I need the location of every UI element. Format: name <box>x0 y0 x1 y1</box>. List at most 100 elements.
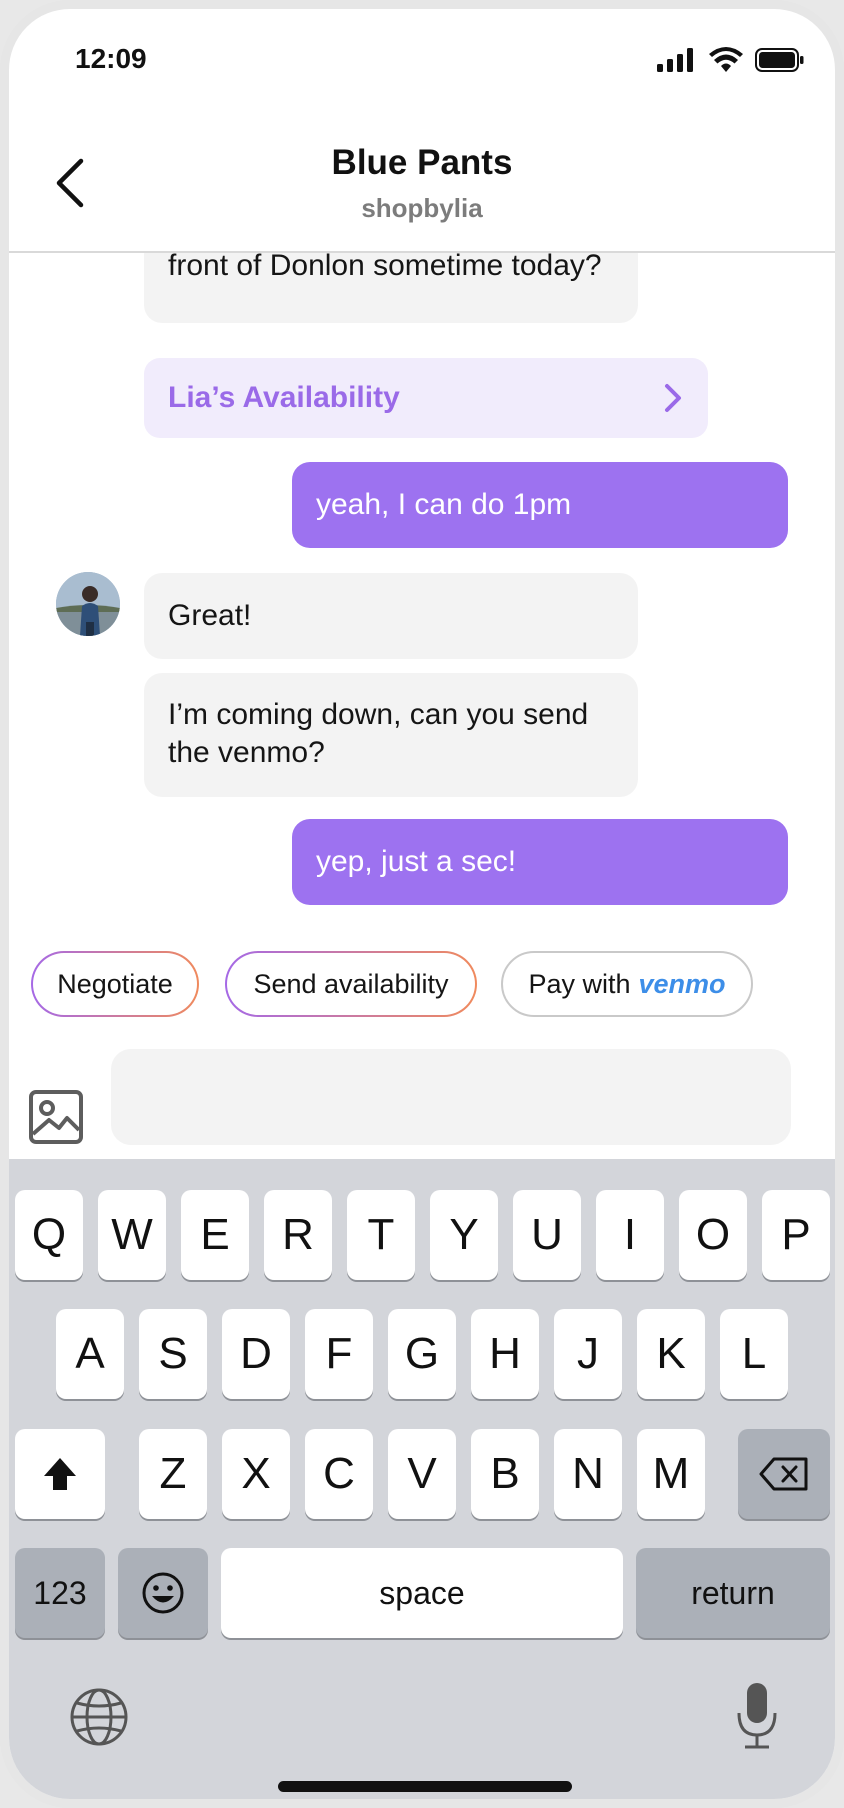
seller-avatar-photo <box>56 572 120 636</box>
key-v[interactable]: V <box>388 1429 456 1519</box>
image-icon <box>29 1090 83 1144</box>
key-label: N <box>572 1449 604 1498</box>
message-bubble-received: Great! <box>144 573 638 659</box>
message-bubble-sent: yep, just a sec! <box>292 819 788 905</box>
key-label: B <box>490 1449 520 1498</box>
message-bubble-sent: yeah, I can do 1pm <box>292 462 788 548</box>
key-y[interactable]: Y <box>430 1190 498 1280</box>
key-u[interactable]: U <box>513 1190 581 1280</box>
message-bubble-received: front of Donlon sometime today? <box>144 253 638 323</box>
key-s[interactable]: S <box>139 1309 207 1399</box>
key-label: E <box>200 1210 230 1259</box>
key-t[interactable]: T <box>347 1190 415 1280</box>
key-label: D <box>240 1329 272 1378</box>
dictation-button[interactable] <box>733 1681 781 1751</box>
message-list[interactable]: front of Donlon sometime today? Lia’s Av… <box>9 253 835 943</box>
emoji-icon <box>142 1572 184 1614</box>
globe-button[interactable] <box>69 1687 129 1747</box>
key-x[interactable]: X <box>222 1429 290 1519</box>
key-label: F <box>325 1329 353 1378</box>
key-i[interactable]: I <box>596 1190 664 1280</box>
key-q[interactable]: Q <box>15 1190 83 1280</box>
signal-icon <box>657 48 693 72</box>
globe-icon <box>70 1688 128 1746</box>
shift-key[interactable] <box>15 1429 105 1519</box>
key-e[interactable]: E <box>181 1190 249 1280</box>
key-label: Q <box>31 1210 67 1259</box>
key-m[interactable]: M <box>637 1429 705 1519</box>
availability-card[interactable]: Lia’s Availability <box>144 358 708 438</box>
keyboard: Q W E R T Y U I O P A S D F G H J K L Z … <box>9 1159 835 1799</box>
key-g[interactable]: G <box>388 1309 456 1399</box>
status-icons <box>657 47 805 73</box>
microphone-icon <box>737 1683 777 1749</box>
key-n[interactable]: N <box>554 1429 622 1519</box>
key-j[interactable]: J <box>554 1309 622 1399</box>
message-text: yeah, I can do 1pm <box>316 488 572 521</box>
key-label: V <box>407 1449 437 1498</box>
attach-image-button[interactable] <box>27 1088 89 1150</box>
key-label: X <box>241 1449 271 1498</box>
key-label: H <box>489 1329 521 1378</box>
numbers-key[interactable]: 123 <box>15 1548 105 1638</box>
key-o[interactable]: O <box>679 1190 747 1280</box>
status-time: 12:09 <box>75 43 147 74</box>
key-p[interactable]: P <box>762 1190 830 1280</box>
key-label: space <box>379 1574 465 1611</box>
key-label: L <box>741 1329 767 1378</box>
key-label: S <box>158 1329 188 1378</box>
key-l[interactable]: L <box>720 1309 788 1399</box>
key-label: return <box>691 1574 775 1611</box>
key-label: O <box>695 1210 731 1259</box>
negotiate-button[interactable]: Negotiate <box>31 951 199 1017</box>
send-availability-label: Send availability <box>253 968 449 999</box>
space-key[interactable]: space <box>221 1548 623 1638</box>
send-availability-button[interactable]: Send availability <box>225 951 477 1017</box>
key-label: 123 <box>33 1574 87 1611</box>
emoji-key[interactable] <box>118 1548 208 1638</box>
key-label: J <box>577 1329 599 1378</box>
key-label: U <box>531 1210 563 1259</box>
pay-with-venmo-button[interactable]: Pay with venmo <box>501 951 753 1017</box>
key-z[interactable]: Z <box>139 1429 207 1519</box>
key-b[interactable]: B <box>471 1429 539 1519</box>
venmo-logo: venmo <box>638 968 726 999</box>
key-label: Z <box>159 1449 187 1498</box>
key-label: K <box>656 1329 686 1378</box>
message-bubble-received: I’m coming down, can you send the venmo? <box>144 673 638 797</box>
seller-username[interactable]: shopbylia <box>9 193 835 224</box>
key-w[interactable]: W <box>98 1190 166 1280</box>
key-label: Y <box>449 1210 479 1259</box>
wifi-icon <box>709 47 743 72</box>
key-c[interactable]: C <box>305 1429 373 1519</box>
key-d[interactable]: D <box>222 1309 290 1399</box>
negotiate-label: Negotiate <box>57 968 173 999</box>
availability-label: Lia’s Availability <box>168 381 400 414</box>
chevron-right-icon <box>665 384 681 412</box>
key-label: T <box>367 1210 395 1259</box>
shift-icon <box>44 1458 76 1490</box>
status-bar: 12:09 <box>9 9 835 109</box>
return-key[interactable]: return <box>636 1548 830 1638</box>
key-a[interactable]: A <box>56 1309 124 1399</box>
key-label: C <box>323 1449 355 1498</box>
key-r[interactable]: R <box>264 1190 332 1280</box>
backspace-key[interactable] <box>738 1429 830 1519</box>
message-input[interactable] <box>111 1049 791 1145</box>
key-label: A <box>75 1329 105 1378</box>
key-label: P <box>781 1210 811 1259</box>
key-label: G <box>404 1329 440 1378</box>
key-h[interactable]: H <box>471 1309 539 1399</box>
key-label: I <box>623 1210 637 1259</box>
key-k[interactable]: K <box>637 1309 705 1399</box>
key-label: M <box>652 1449 690 1498</box>
message-text: I’m coming down, can you send the venmo? <box>168 698 589 769</box>
pay-with-label: Pay with <box>528 968 631 999</box>
battery-icon <box>755 48 804 72</box>
avatar[interactable] <box>56 572 120 636</box>
message-text: Great! <box>168 599 252 632</box>
key-f[interactable]: F <box>305 1309 373 1399</box>
home-indicator[interactable] <box>278 1781 572 1792</box>
quick-actions: Negotiate Send availability Pay with ven… <box>31 951 831 1017</box>
key-label: W <box>111 1210 153 1259</box>
